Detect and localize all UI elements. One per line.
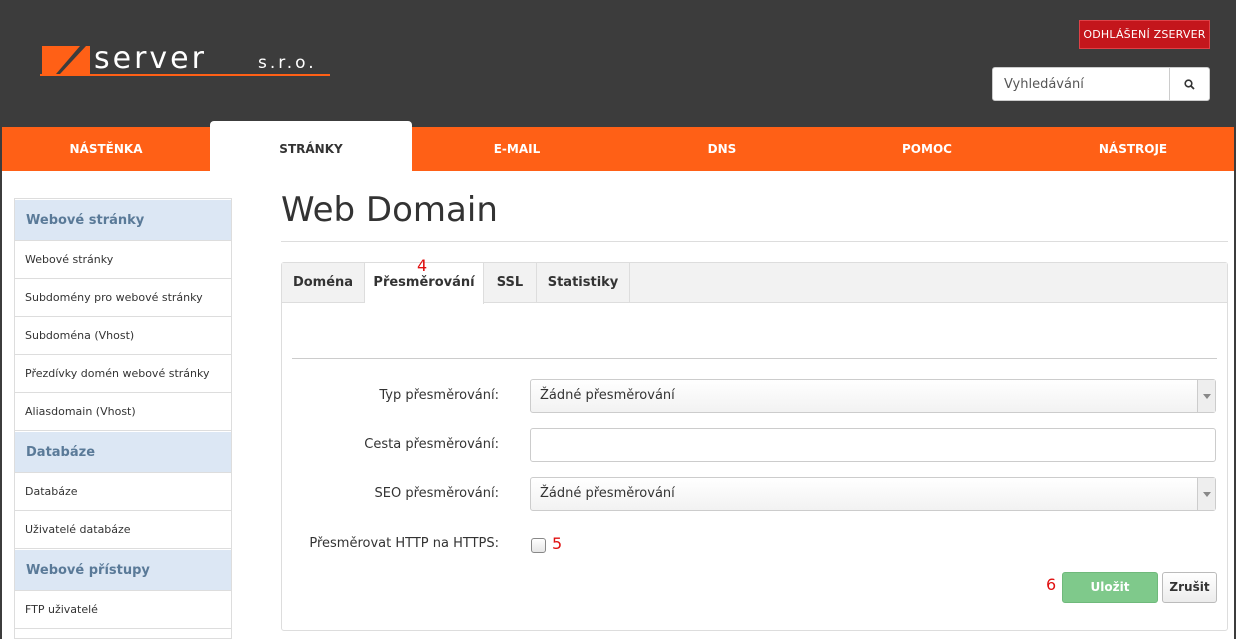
sidebar-item-databases[interactable]: Databáze bbox=[15, 473, 231, 511]
page-frame: server s.r.o. ODHLÁŠENÍ ZSERVER NÁSTĚNKA… bbox=[0, 0, 1236, 639]
https-redirect-checkbox[interactable] bbox=[531, 538, 546, 553]
sidebar-item-subdomain-vhost[interactable]: Subdoména (Vhost) bbox=[15, 317, 231, 355]
nav-item-email[interactable]: E-MAIL bbox=[412, 127, 622, 171]
logo-suffix: s.r.o. bbox=[258, 53, 317, 73]
site-header: server s.r.o. ODHLÁŠENÍ ZSERVER bbox=[2, 0, 1234, 127]
cancel-button[interactable]: Zrušit bbox=[1162, 572, 1217, 603]
redirect-path-label: Cesta přesměrování: bbox=[364, 437, 499, 452]
sidebar-item-domain-aliases[interactable]: Přezdívky domén webové stránky bbox=[15, 355, 231, 393]
sidebar: Webové stránky Webové stránky Subdomény … bbox=[14, 198, 232, 639]
annotation-marker-checkbox: 5 bbox=[552, 534, 563, 553]
seo-redirect-select[interactable]: Žádné přesměrování bbox=[530, 477, 1216, 511]
https-redirect-label: Přesměrovat HTTP na HTTPS: bbox=[309, 536, 499, 551]
form-separator bbox=[292, 358, 1217, 359]
tab-domain[interactable]: Doména bbox=[282, 263, 365, 303]
sidebar-group-databases[interactable]: Databáze bbox=[15, 431, 231, 473]
redirect-type-value: Žádné přesměrování bbox=[540, 388, 675, 403]
redirect-type-label: Typ přesměrování: bbox=[379, 388, 499, 403]
seo-redirect-value: Žádné přesměrování bbox=[540, 486, 675, 501]
search-button[interactable] bbox=[1169, 67, 1210, 101]
tab-ssl[interactable]: SSL bbox=[484, 263, 537, 303]
save-button[interactable]: Uložit bbox=[1062, 572, 1158, 603]
tab-statistics[interactable]: Statistiky bbox=[537, 263, 630, 303]
sidebar-group-websites[interactable]: Webové stránky bbox=[15, 199, 231, 241]
chevron-down-icon bbox=[1197, 380, 1215, 412]
nav-item-sites[interactable]: STRÁNKY bbox=[210, 121, 412, 171]
title-divider bbox=[281, 241, 1228, 242]
nav-item-dns[interactable]: DNS bbox=[622, 127, 822, 171]
search-box bbox=[992, 67, 1210, 101]
web-domain-panel: Doména Přesměrování SSL Statistiky 4 Typ… bbox=[281, 256, 1228, 631]
annotation-marker-save: 6 bbox=[1046, 575, 1057, 594]
chevron-down-icon bbox=[1197, 478, 1215, 510]
logout-button[interactable]: ODHLÁŠENÍ ZSERVER bbox=[1079, 20, 1210, 49]
seo-redirect-label: SEO přesměrování: bbox=[374, 486, 499, 501]
sidebar-group-web-access[interactable]: Webové přístupy bbox=[15, 549, 231, 591]
sidebar-item-subdomains[interactable]: Subdomény pro webové stránky bbox=[15, 279, 231, 317]
sidebar-item-ftp-users[interactable]: FTP uživatelé bbox=[15, 591, 231, 629]
sidebar-item-database-users[interactable]: Uživatelé databáze bbox=[15, 511, 231, 549]
sidebar-item-websites[interactable]: Webové stránky bbox=[15, 241, 231, 279]
page-title: Web Domain bbox=[281, 190, 498, 230]
search-icon bbox=[1184, 78, 1195, 90]
main-nav: NÁSTĚNKA STRÁNKY E-MAIL DNS POMOC NÁSTRO… bbox=[2, 121, 1234, 171]
nav-item-tools[interactable]: NÁSTROJE bbox=[1032, 127, 1234, 171]
nav-item-help[interactable]: POMOC bbox=[822, 127, 1032, 171]
zserver-logo[interactable]: server s.r.o. bbox=[40, 40, 340, 80]
sidebar-item-aliasdomain-vhost[interactable]: Aliasdomain (Vhost) bbox=[15, 393, 231, 431]
redirect-path-input[interactable] bbox=[530, 428, 1216, 462]
annotation-marker-tab: 4 bbox=[417, 256, 428, 275]
logo-text: server bbox=[94, 41, 207, 76]
search-input[interactable] bbox=[992, 67, 1170, 101]
logo-mark-icon: server s.r.o. bbox=[40, 41, 330, 76]
nav-item-dashboard[interactable]: NÁSTĚNKA bbox=[2, 127, 210, 171]
redirect-type-select[interactable]: Žádné přesměrování bbox=[530, 379, 1216, 413]
